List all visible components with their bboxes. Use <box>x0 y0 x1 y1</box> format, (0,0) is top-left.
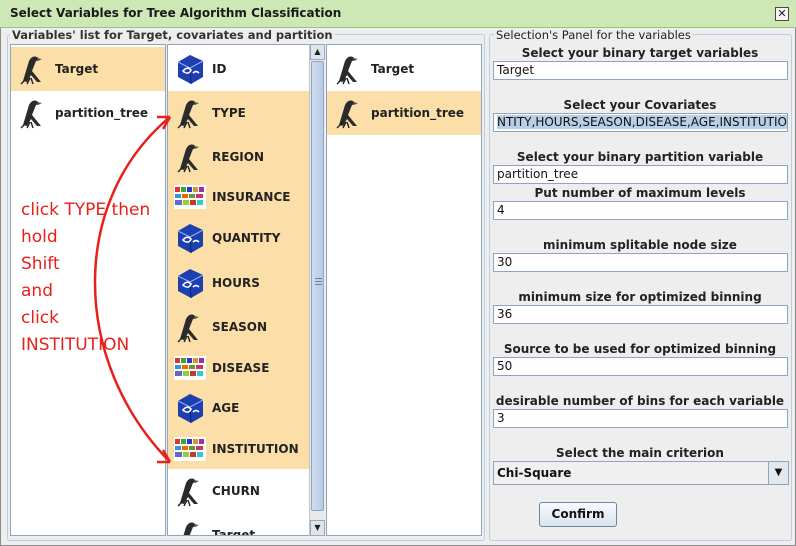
variable-item-label: SEASON <box>212 320 268 334</box>
partition-label: Select your binary partition variable <box>516 150 764 164</box>
assigned-item[interactable]: partition_tree <box>327 91 481 135</box>
role-item[interactable]: Target <box>11 47 165 91</box>
variable-item[interactable]: QUANTITY <box>168 215 310 261</box>
variable-item-label: QUANTITY <box>212 231 281 245</box>
window-title: Select Variables for Tree Algorithm Clas… <box>10 6 342 20</box>
bins-field[interactable]: 3 <box>493 409 788 428</box>
bins-label: desirable number of bins for each variab… <box>495 394 785 408</box>
chevron-down-icon[interactable]: ▼ <box>768 462 788 484</box>
variable-item-label: Target <box>212 528 256 536</box>
variable-item-label: INSURANCE <box>212 190 291 204</box>
variable-item-label: CHURN <box>212 484 260 498</box>
assigned-list[interactable]: Target partition_tree <box>326 44 482 536</box>
bird-icon <box>331 95 367 131</box>
variable-item-label: DISEASE <box>212 361 270 375</box>
variables-group-legend: Variables' list for Target, covariates a… <box>10 28 335 42</box>
min-bin-label: minimum size for optimized binning <box>518 290 762 304</box>
target-label: Select your binary target variables <box>521 46 759 60</box>
assigned-item[interactable]: Target <box>327 47 481 91</box>
confirm-button[interactable]: Confirm <box>539 502 617 527</box>
variable-item[interactable]: INSTITUTION <box>168 429 310 469</box>
bird-icon <box>172 139 208 175</box>
scroll-down-icon[interactable]: ▼ <box>310 520 325 536</box>
bird-icon <box>15 95 51 131</box>
covariates-label: Select your Covariates <box>563 98 717 112</box>
partition-field[interactable]: partition_tree <box>493 165 788 184</box>
cube-icon <box>172 220 208 256</box>
variable-item[interactable]: DISEASE <box>168 349 310 387</box>
criterion-label: Select the main criterion <box>556 446 724 460</box>
bird-icon <box>331 51 367 87</box>
assigned-item-label: partition_tree <box>371 106 465 120</box>
variable-item-label: TYPE <box>212 106 246 120</box>
variable-item[interactable]: CHURN <box>168 469 310 513</box>
variable-item[interactable]: HOURS <box>168 261 310 305</box>
variable-item-label: INSTITUTION <box>212 442 299 456</box>
text-data-icon <box>172 179 208 215</box>
covariates-field-text: NTITY,HOURS,SEASON,DISEASE,AGE,INSTITUTI… <box>497 115 787 129</box>
variable-item[interactable]: REGION <box>168 135 310 179</box>
variable-item[interactable]: AGE <box>168 387 310 429</box>
variable-item[interactable]: Target <box>168 513 310 536</box>
max-levels-field[interactable]: 4 <box>493 201 788 220</box>
max-levels-label: Put number of maximum levels <box>534 186 746 200</box>
cube-icon <box>172 390 208 426</box>
role-item-label: Target <box>55 62 99 76</box>
scroll-thumb[interactable] <box>311 61 324 511</box>
variable-list[interactable]: ID TYPE REGION INSURANCE QUANTITY HOURS <box>167 44 310 536</box>
criterion-select[interactable]: Chi-Square ▼ <box>493 461 789 485</box>
scroll-up-icon[interactable]: ▲ <box>310 44 325 60</box>
window-titlebar: Select Variables for Tree Algorithm Clas… <box>0 0 796 28</box>
source-label: Source to be used for optimized binning <box>503 342 777 356</box>
assigned-item-label: Target <box>371 62 415 76</box>
bird-icon <box>172 95 208 131</box>
close-icon[interactable]: ✕ <box>775 7 789 21</box>
variable-list-scrollbar[interactable]: ▲ ▼ <box>309 44 325 536</box>
role-item[interactable]: partition_tree <box>11 91 165 135</box>
variable-item-label: REGION <box>212 150 264 164</box>
text-data-icon <box>172 431 208 467</box>
selection-panel-legend: Selection's Panel for the variables <box>494 28 693 42</box>
covariates-field[interactable]: NTITY,HOURS,SEASON,DISEASE,AGE,INSTITUTI… <box>493 113 788 132</box>
cube-icon <box>172 51 208 87</box>
variable-item-label: HOURS <box>212 276 260 290</box>
text-data-icon <box>172 350 208 386</box>
variable-item[interactable]: SEASON <box>168 305 310 349</box>
variable-item-label: AGE <box>212 401 240 415</box>
bird-icon <box>172 517 208 535</box>
min-split-label: minimum splitable node size <box>543 238 737 252</box>
min-bin-field[interactable]: 36 <box>493 305 788 324</box>
min-split-field[interactable]: 30 <box>493 253 788 272</box>
target-field[interactable]: Target <box>493 61 788 80</box>
variable-item-label: ID <box>212 62 227 76</box>
annotation-text: click TYPE then hold Shift and click INS… <box>21 200 151 355</box>
source-field[interactable]: 50 <box>493 357 788 376</box>
cube-icon <box>172 265 208 301</box>
bird-icon <box>15 51 51 87</box>
variable-item[interactable]: INSURANCE <box>168 179 310 215</box>
criterion-value: Chi-Square <box>497 466 572 480</box>
bird-icon <box>172 309 208 345</box>
variable-item[interactable]: TYPE <box>168 91 310 135</box>
variable-item[interactable]: ID <box>168 47 310 91</box>
bird-icon <box>172 473 208 509</box>
role-item-label: partition_tree <box>55 106 149 120</box>
